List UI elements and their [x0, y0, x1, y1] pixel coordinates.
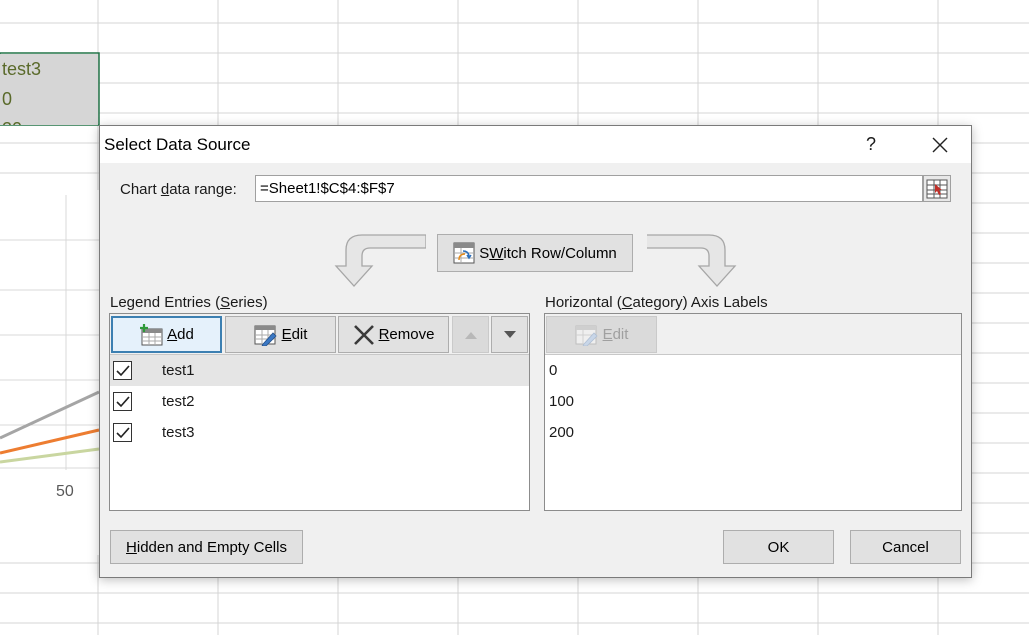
remove-series-button[interactable]: Remove: [338, 316, 449, 353]
series-label: test3: [162, 424, 195, 441]
edit-axis-labels-label: Edit: [602, 326, 629, 343]
legend-toolbar: Add Edit Remove: [110, 314, 529, 355]
legend-entries-panel: Add Edit Remove test1 test2 test3: [109, 313, 530, 511]
edit-axis-labels-button[interactable]: Edit: [546, 316, 657, 353]
axis-label-value: 200: [549, 424, 575, 441]
right-curved-arrow-icon: [647, 234, 737, 287]
dialog-titlebar[interactable]: Select Data Source ?: [100, 126, 971, 163]
axis-labels-panel: Edit 0 100 200: [544, 313, 962, 511]
add-series-button[interactable]: Add: [111, 316, 222, 353]
axis-label-value: 100: [549, 393, 575, 410]
triangle-up-icon: [464, 331, 477, 339]
edit-series-label: Edit: [281, 326, 308, 343]
axis-label-value: 0: [549, 362, 558, 379]
remove-series-label: Remove: [378, 326, 435, 343]
series-checkbox[interactable]: [113, 423, 132, 442]
series-checkbox[interactable]: [113, 361, 132, 380]
add-series-icon: [140, 323, 163, 345]
triangle-down-icon: [503, 330, 516, 338]
left-curved-arrow-icon: [334, 234, 426, 287]
close-icon: [932, 137, 948, 152]
help-button[interactable]: ?: [848, 126, 894, 163]
switch-row-column-label: SWitch Row/Column: [479, 244, 617, 262]
help-icon: ?: [865, 134, 876, 154]
range-select-icon: [926, 179, 948, 198]
ok-button[interactable]: OK: [723, 530, 834, 564]
series-checkbox[interactable]: [113, 392, 132, 411]
series-item-test1[interactable]: test1: [110, 355, 529, 386]
cell-value-0[interactable]: 0: [0, 84, 98, 114]
cell-test3[interactable]: test3: [0, 54, 98, 84]
legend-entries-label: Legend Entries (Series): [110, 294, 268, 311]
checkmark-icon: [115, 364, 130, 376]
axis-label-item[interactable]: 0: [545, 355, 961, 386]
chart-data-range-label: Chart data range:: [120, 181, 237, 198]
series-label: test2: [162, 393, 195, 410]
checkmark-icon: [115, 395, 130, 407]
edit-axis-icon: [575, 325, 598, 346]
move-up-button[interactable]: [452, 316, 489, 353]
range-collapse-button[interactable]: [923, 175, 951, 202]
remove-x-icon: [353, 324, 374, 345]
switch-row-column-button[interactable]: SWitch Row/Column: [437, 234, 633, 272]
cancel-button[interactable]: Cancel: [850, 530, 961, 564]
move-down-button[interactable]: [491, 316, 528, 353]
select-data-source-dialog: Select Data Source ? Chart data range: =…: [99, 125, 972, 578]
chart-plot-bg: [0, 190, 99, 555]
axis-label-item[interactable]: 200: [545, 417, 961, 448]
axis-label-item[interactable]: 100: [545, 386, 961, 417]
series-label: test1: [162, 362, 195, 379]
edit-series-icon: [254, 325, 277, 346]
axis-labels-label: Horizontal (Category) Axis Labels: [545, 294, 768, 311]
hidden-empty-label: Hidden and Empty Cells: [126, 538, 287, 556]
axis-toolbar: Edit: [545, 314, 961, 355]
cell-value-20[interactable]: 20: [0, 114, 98, 125]
checkmark-icon: [115, 426, 130, 438]
hidden-and-empty-cells-button[interactable]: Hidden and Empty Cells: [110, 530, 303, 564]
add-series-label: Add: [167, 326, 194, 343]
series-item-test2[interactable]: test2: [110, 386, 529, 417]
close-button[interactable]: [912, 126, 968, 163]
edit-series-button[interactable]: Edit: [225, 316, 336, 353]
series-item-test3[interactable]: test3: [110, 417, 529, 448]
chart-area: 50: [0, 190, 100, 555]
switch-row-column-icon: [453, 242, 475, 264]
dialog-title: Select Data Source: [104, 135, 251, 154]
chart-axis-tick: 50: [56, 483, 74, 500]
chart-data-range-input[interactable]: [255, 175, 923, 202]
